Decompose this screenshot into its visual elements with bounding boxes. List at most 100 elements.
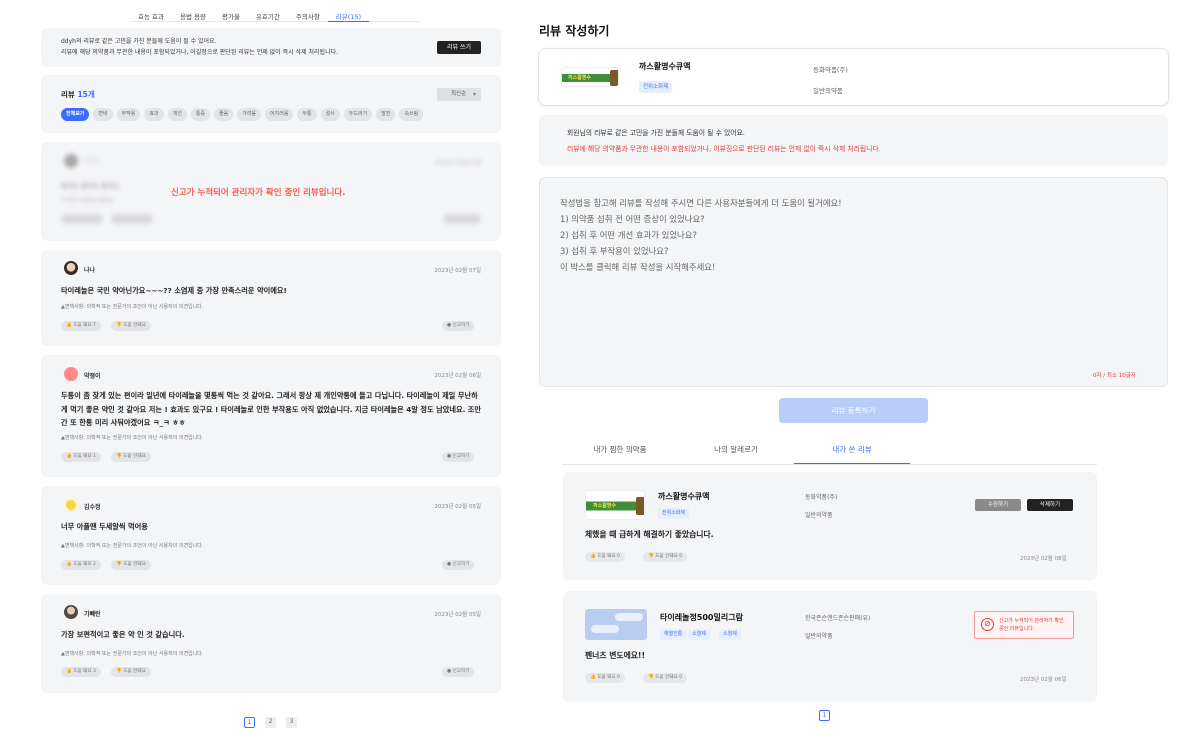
filter-chip[interactable]: 전체보기 (61, 108, 90, 121)
chevron-down-icon: ▾ (472, 91, 476, 98)
disclaimer-text: 면책사항: 의학적 또는 전문가의 조언이 아닌 사용자의 의견입니다. (64, 651, 204, 657)
helpful-button[interactable]: 👍 도움 돼요 1 (61, 452, 101, 462)
helpful-button[interactable]: 👍 도움 돼요 3 (61, 667, 101, 677)
thumbs-up-icon: 👍 (66, 323, 72, 328)
not-helpful-label: 도움 안돼요 (123, 454, 146, 459)
page-2[interactable]: 2 (265, 717, 276, 728)
not-helpful-label: 도움 안돼요 0 (655, 554, 683, 559)
review-list-header: 리뷰 15개 최신순 ▾ 전체보기 변비 부작용 효과 개선 통증 졸음 가려움 어지러움 두통 설… (41, 75, 501, 133)
product-bottle (610, 70, 618, 86)
review-sub: 약 먹은 후 좋아요 좋아요 (61, 198, 114, 204)
filter-chip[interactable]: 효과 (144, 108, 164, 121)
edit-review-button[interactable]: 수정하기 (975, 499, 1021, 511)
page-1[interactable]: 1 (244, 717, 255, 728)
sort-value: 최신순 (451, 91, 467, 97)
page-1[interactable]: 1 (819, 710, 830, 721)
filter-chip[interactable]: 발진 (376, 108, 396, 121)
not-helpful-button[interactable]: 👎 도움 안돼요 (111, 560, 151, 570)
report-button[interactable]: ● 신고하기 (442, 667, 475, 677)
review-date: 2023년 02월 07일 (434, 160, 481, 166)
not-helpful-button[interactable]: 👎 도움 안돼요 0 (643, 552, 688, 562)
thumbs-down-icon: 👎 (116, 562, 122, 567)
not-helpful-button[interactable]: 👎 도움 안돼요 (111, 452, 151, 462)
write-notice-line-1: 회원님의 리뷰로 같은 고민을 가진 분들께 도움이 될 수 있어요. (567, 129, 745, 137)
filter-chip[interactable]: 설사 (320, 108, 340, 121)
submit-review-button[interactable]: 리뷰 등록하기 (779, 398, 928, 423)
disclaimer-text: 면책사항: 의학적 또는 전문가의 조언이 아닌 사용자의 의견입니다. (64, 435, 204, 441)
filter-chip[interactable]: 부작용 (116, 108, 141, 121)
review-card: 김수정 2023년 02월 05일 너무 아플땐 두세알씩 먹어용 ▲면책사항:… (41, 486, 501, 585)
my-review-date: 2023년 02월 06일 (1020, 677, 1067, 683)
thumbs-up-icon: 👍 (590, 554, 596, 559)
filter-chip[interactable]: 개선 (167, 108, 187, 121)
tab-reviews[interactable]: 리뷰(15) (327, 8, 370, 22)
helpful-label: 도움 돼요 1 (73, 454, 96, 459)
pill-image-part (615, 613, 643, 621)
disclaimer: ▲면책사항: 의학적 또는 전문가의 조언이 아닌 사용자의 의견입니다. (61, 434, 203, 441)
disclaimer: ▲면책사항: 의학적 또는 전문가의 조언이 아닌 사용자의 의견입니다. (61, 542, 203, 549)
report-icon: ● (447, 323, 452, 328)
product-image: 까스활명수 (561, 67, 619, 87)
thumbs-down-icon: 👎 (116, 323, 122, 328)
helpful-button[interactable]: 👍 도움 돼요 0 (585, 673, 625, 683)
tab-liked-medicines[interactable]: 내가 찜한 의약품 (562, 441, 678, 464)
helpful-button[interactable]: 👍 도움 돼요 2 (61, 560, 101, 570)
avatar (64, 498, 78, 512)
notice-line-1: ddyh의 리뷰로 같은 고민을 가진 분들께 도움이 될 수 있어요. (61, 38, 217, 45)
ban-icon: ⊘ (981, 618, 994, 631)
thumbs-up-icon: 👍 (66, 669, 72, 674)
not-helpful-button[interactable]: 👎 도움 안돼요 (111, 667, 151, 677)
filter-chip[interactable]: 어지러움 (265, 108, 294, 121)
helpful-button[interactable]: 👍 도움 돼요 0 (585, 552, 625, 562)
review-date: 2023년 02월 05일 (434, 504, 481, 510)
not-helpful-button[interactable]: 👎 도움 안돼요 0 (643, 673, 688, 683)
report-button[interactable]: ● 신고하기 (442, 452, 475, 462)
filter-chip[interactable]: 졸음 (214, 108, 234, 121)
report-warning-text: 신고가 누적되어 관리자가 확인 중인 리뷰입니다. (999, 618, 1064, 632)
tab-caution[interactable]: 주의사항 (288, 8, 328, 22)
not-helpful-label: 도움 안돼요 (123, 562, 146, 567)
product-category-tag: 해열진통 (660, 629, 687, 640)
tab-dosage[interactable]: 용법 용량 (172, 8, 214, 22)
tab-my-allergies[interactable]: 나의 알레르기 (678, 441, 794, 464)
tab-expiry[interactable]: 유효기간 (248, 8, 288, 22)
disclaimer: ▲면책사항: 의학적 또는 전문가의 조언이 아닌 사용자의 의견입니다. (61, 303, 203, 310)
report-button[interactable]: ● 신고하기 (442, 321, 475, 331)
delete-review-button[interactable]: 삭제하기 (1027, 499, 1073, 511)
product-category-tag: 소염제 (688, 629, 710, 640)
sort-dropdown[interactable]: 최신순 ▾ (437, 88, 481, 101)
report-label: 신고하기 (452, 323, 470, 328)
blur-pill-3 (443, 214, 481, 224)
helpful-button[interactable]: 👍 도움 돼요 7 (61, 321, 101, 331)
disclaimer-text: 면책사항: 의학적 또는 전문가의 조언이 아닌 사용자의 의견입니다. (64, 543, 204, 549)
filter-chip[interactable]: 통증 (190, 108, 211, 121)
review-textarea[interactable]: 작성법을 참고해 리뷰를 작성해 주시면 다른 사용자분들에게 더 도움이 될거… (539, 177, 1168, 387)
user-name: 기빼란 (84, 611, 101, 618)
helpful-label: 도움 돼요 7 (73, 323, 96, 328)
filter-chip[interactable]: 변비 (93, 108, 113, 121)
my-review-text: 펜너츠 변도에요!! (585, 651, 646, 660)
tab-rating[interactable]: 평가율 (214, 8, 248, 22)
tab-efficacy[interactable]: 효능 효과 (130, 8, 172, 22)
filter-chip[interactable]: 두드러기 (343, 108, 373, 121)
filter-chip[interactable]: 속쓰림 (399, 108, 424, 121)
report-label: 신고하기 (452, 454, 470, 459)
helpful-label: 도움 돼요 3 (73, 669, 96, 674)
write-review-button[interactable]: 리뷰 쓰기 (437, 41, 481, 54)
product-company: 한국존슨앤드존슨판매(유) (805, 615, 871, 622)
filter-chip[interactable]: 두통 (297, 108, 317, 121)
report-button[interactable]: ● 신고하기 (442, 560, 475, 570)
blur-pill-1 (61, 214, 103, 224)
pill-image-part (591, 625, 619, 633)
not-helpful-label: 도움 안돼요 (123, 669, 146, 674)
page-3[interactable]: 3 (286, 717, 297, 728)
thumbs-down-icon: 👎 (116, 669, 122, 674)
my-review-text: 체했을 때 급하게 해결하기 좋았습니다. (585, 530, 714, 539)
report-icon: ● (447, 454, 452, 459)
user-name: 나나 (84, 267, 96, 274)
not-helpful-button[interactable]: 👎 도움 안돼요 (111, 321, 151, 331)
tab-my-reviews[interactable]: 내가 쓴 리뷰 (794, 441, 910, 464)
filter-chip[interactable]: 가려움 (237, 108, 262, 121)
review-text: 타이레놀은 국민 약아닌가요~~~?? 소염제 중 가장 만족스러운 약이에요! (61, 286, 287, 295)
product-company: 동화약품(주) (813, 66, 848, 74)
